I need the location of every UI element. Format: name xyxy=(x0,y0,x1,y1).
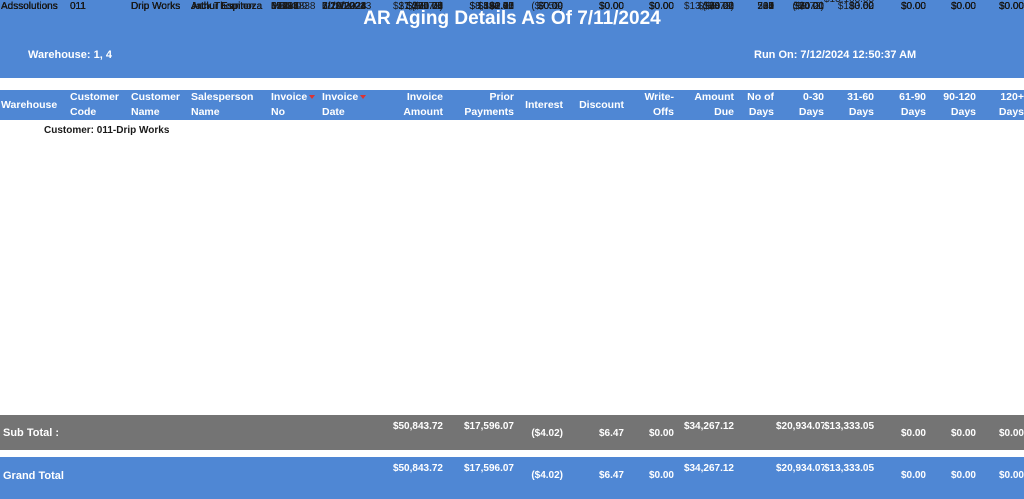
grand-total-amount-due: $34,267.12 xyxy=(683,463,734,474)
grand-total-prior-payments: $17,596.07 xyxy=(463,463,514,474)
cell-warehouse: Adssolutions xyxy=(1,1,58,12)
warehouse-filter: Warehouse: 1, 4 xyxy=(28,49,112,61)
grand-total-row: Grand Total $50,843.72 $17,596.07 ($4.02) $… xyxy=(0,457,1024,499)
cell-customer-code: 011 xyxy=(70,1,86,12)
column-header-write-offs: Write- Offs xyxy=(644,91,674,118)
table-row xyxy=(0,179,1024,193)
cell-salesperson-name: Jack Thornton xyxy=(191,1,255,12)
column-header-salesperson-name: Salesperson Name xyxy=(191,91,254,118)
grand-total-90-120-days: $0.00 xyxy=(950,470,976,481)
subtotal-write-offs: $0.00 xyxy=(648,428,674,439)
grand-total-120-days: $0.00 xyxy=(998,470,1024,481)
table-row xyxy=(0,239,1024,253)
table-row xyxy=(0,209,1024,223)
column-header-warehouse: Warehouse xyxy=(1,99,58,111)
subtotal-61-90-days: $0.00 xyxy=(900,428,926,439)
cell-amount-due: ($8.72) xyxy=(702,1,734,12)
table-row xyxy=(0,335,1024,349)
column-header-no-of-days: No of Days xyxy=(747,91,774,118)
cell-interest: $0.00 xyxy=(537,1,563,12)
subtotal-invoice-amount: $50,843.72 xyxy=(392,421,443,432)
subtotal-discount: $6.47 xyxy=(598,428,624,439)
cell-61-90-days: $0.00 xyxy=(900,1,926,12)
cell-prior-payments: $0.00 xyxy=(488,1,514,12)
cell-120-days: $0.00 xyxy=(998,1,1024,12)
grand-total-discount: $6.47 xyxy=(598,470,624,481)
grand-total-31-60-days: $13,333.05 xyxy=(824,463,874,474)
column-header-31-60-days: 31-60 Days xyxy=(847,91,874,118)
cell-90-120-days: $0.00 xyxy=(950,1,976,12)
column-header-invoice-amount: Invoice Amount xyxy=(403,91,443,118)
sort-arrow-icon[interactable] xyxy=(309,95,316,100)
grand-total-label: Grand Total xyxy=(3,470,64,482)
column-header-row: Warehouse Customer Code Customer Name Salespe… xyxy=(0,90,1024,120)
subtotal-90-120-days: $0.00 xyxy=(950,428,976,439)
grand-total-invoice-amount: $50,843.72 xyxy=(392,463,443,474)
table-row xyxy=(0,149,1024,163)
cell-invoice-date: 7/11/2024 xyxy=(322,1,366,12)
subtotal-interest: ($4.02) xyxy=(531,428,563,439)
column-header-interest: Interest xyxy=(525,99,563,111)
table-row xyxy=(0,269,1024,283)
cell-customer-name: Drip Works xyxy=(131,1,181,12)
grand-total-0-30-days: $20,934.07 xyxy=(776,463,824,474)
subtotal-0-30-days: $20,934.07 xyxy=(776,421,824,432)
column-header-0-30-days: 0-30 Days xyxy=(798,91,824,118)
column-header-customer-code: Customer Code xyxy=(70,91,120,118)
subtotal-amount-due: $34,267.12 xyxy=(683,421,734,432)
column-header-90-120-days: 90-120 Days xyxy=(943,91,976,118)
column-header-discount: Discount xyxy=(579,99,624,111)
grand-total-interest: ($4.02) xyxy=(531,470,563,481)
subtotal-label: Sub Total : xyxy=(3,427,60,439)
column-header-invoice-date[interactable]: Invoice Date xyxy=(322,90,380,120)
cell-discount: $0.00 xyxy=(598,1,624,12)
column-header-prior-payments: Prior Payments xyxy=(464,91,514,118)
column-header-customer-name: Customer Name xyxy=(131,91,181,118)
cell-invoice-no: M66409 xyxy=(271,1,308,12)
cell-write-offs: $0.00 xyxy=(648,1,674,12)
table-row xyxy=(0,394,1024,408)
subtotal-120-days: $0.00 xyxy=(998,428,1024,439)
column-header-120-days: 120+ Days xyxy=(998,91,1024,118)
sort-arrow-icon[interactable] xyxy=(360,95,367,100)
cell-no-of-days: 0 xyxy=(768,1,774,12)
grand-total-61-90-days: $0.00 xyxy=(900,470,926,481)
table-row xyxy=(0,364,1024,378)
subtotal-row: Sub Total : $50,843.72 $17,596.07 ($4.02) $… xyxy=(0,415,1024,450)
customer-group-label: Customer: 011-Drip Works xyxy=(44,125,170,136)
cell-31-60-days: $0.00 xyxy=(848,1,874,12)
cell-invoice-amount: ($8.72) xyxy=(411,1,443,12)
cell-0-30-days: ($8.72) xyxy=(792,1,824,12)
run-on-timestamp: Run On: 7/12/2024 12:50:37 AM xyxy=(754,49,917,61)
subtotal-prior-payments: $17,596.07 xyxy=(463,421,514,432)
column-header-amount-due: Amount Due xyxy=(694,91,734,118)
grand-total-write-offs: $0.00 xyxy=(648,470,674,481)
column-header-61-90-days: 61-90 Days xyxy=(899,91,926,118)
column-header-invoice-no[interactable]: Invoice No xyxy=(271,90,319,120)
subtotal-31-60-days: $13,333.05 xyxy=(824,421,874,432)
